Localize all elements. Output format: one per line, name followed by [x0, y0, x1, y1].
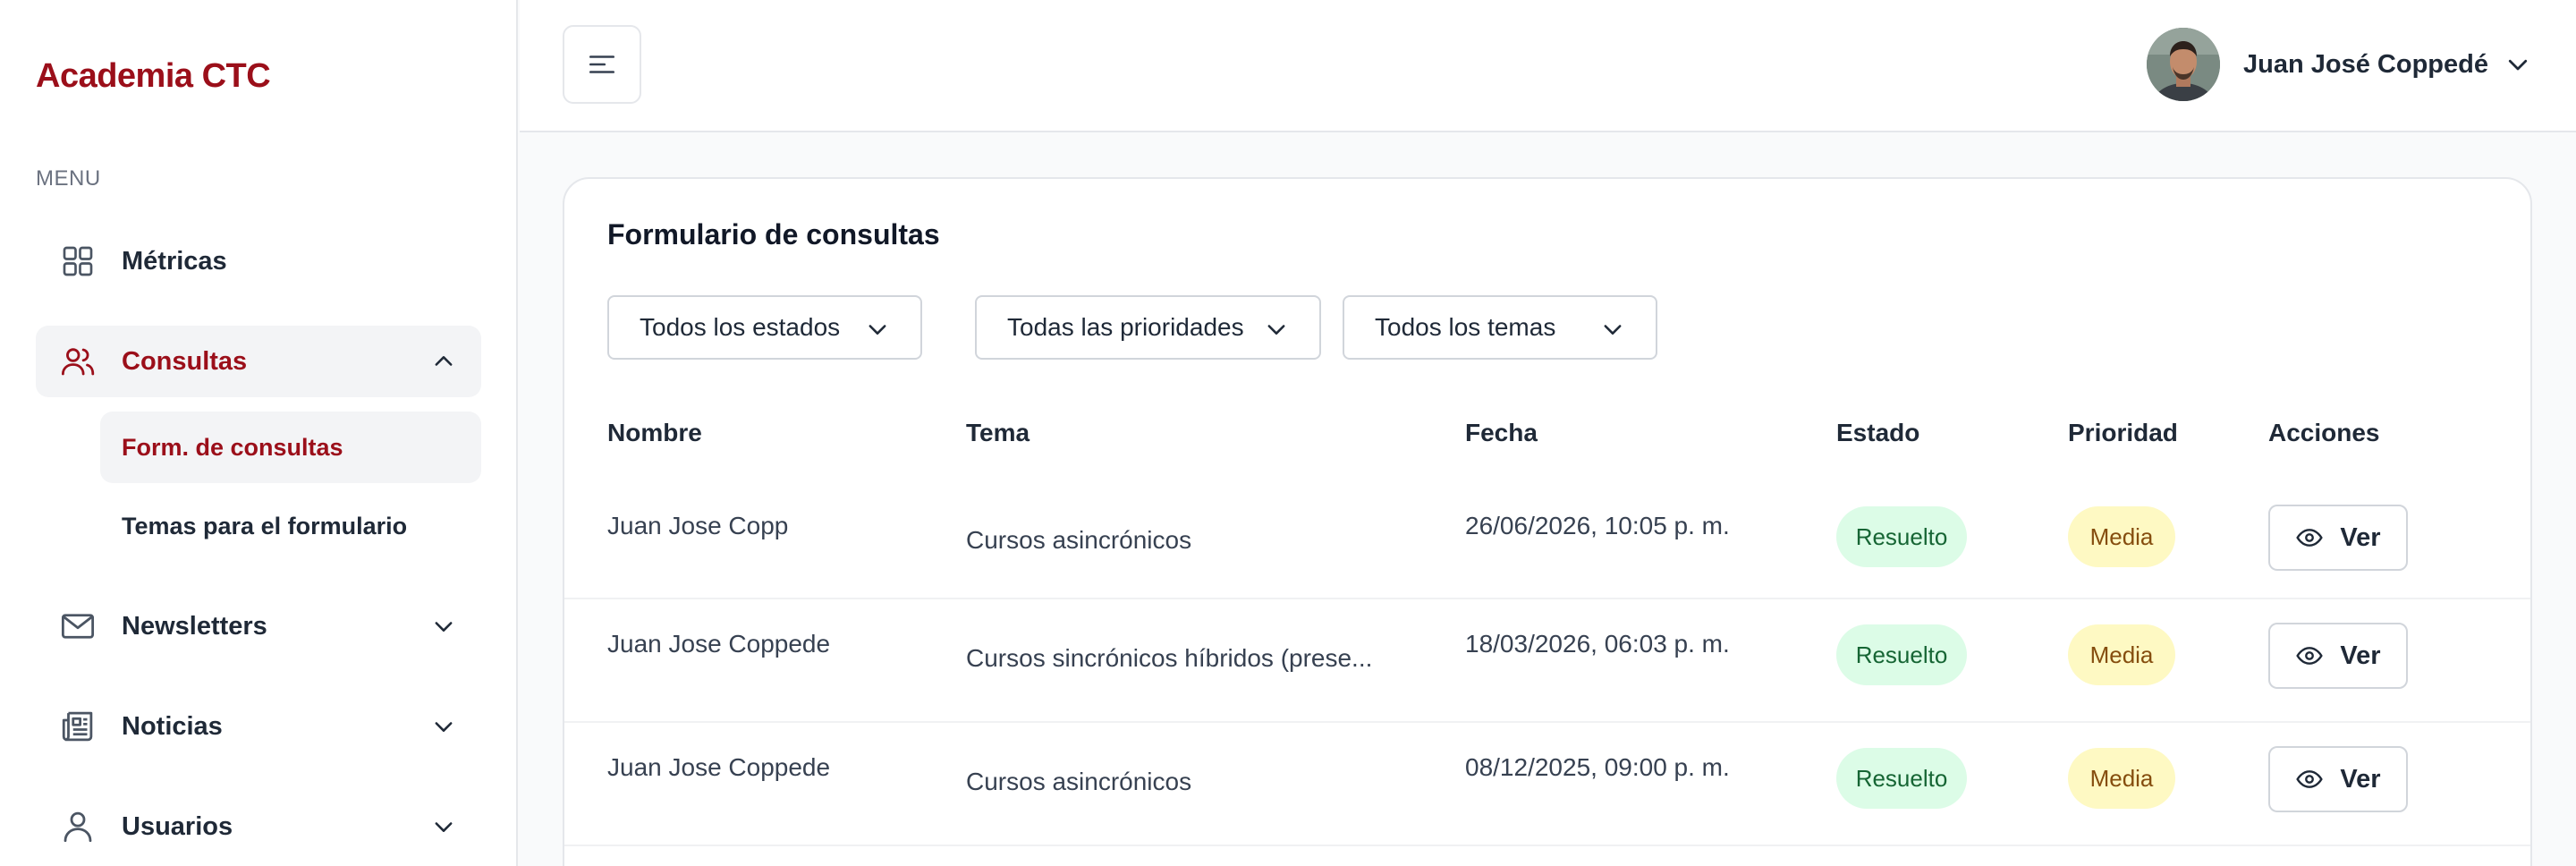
cell-nombre: Juan Jose Copp [607, 512, 789, 539]
chevron-down-icon [435, 622, 453, 632]
sidebar-item-newsletters[interactable]: Newsletters [36, 590, 481, 662]
view-button-label: Ver [2340, 522, 2381, 552]
cell-nombre: Juan Jose Coppede [607, 753, 831, 781]
eye-icon [2296, 647, 2324, 665]
sidebar-item-usuarios[interactable]: Usuarios [36, 791, 481, 862]
brand-logo[interactable]: Academia CTC [36, 57, 271, 96]
sidebar-subitem-temas-formulario[interactable]: Temas para el formulario [100, 490, 481, 562]
users-icon [57, 341, 98, 382]
column-header-fecha: Fecha [1465, 419, 1538, 446]
chevron-down-icon [2508, 59, 2528, 71]
table-row: Juan Jose Coppede Cursos sincrónicos híb… [564, 598, 2530, 721]
table-row: Juan Jose Coppede Cursos asincrónicos 08… [564, 721, 2530, 845]
menu-toggle-button[interactable] [563, 25, 641, 104]
table-row-divider [564, 845, 2530, 862]
sidebar-item-label: Usuarios [122, 811, 233, 841]
view-button[interactable]: Ver [2268, 746, 2408, 812]
cell-tema: Cursos sincrónicos híbridos (prese... [966, 644, 1373, 672]
cell-fecha: 18/03/2026, 06:03 p. m. [1465, 630, 1730, 658]
sidebar-item-label: Newsletters [122, 611, 267, 641]
cell-tema: Cursos asincrónicos [966, 526, 1192, 554]
chevron-down-icon [869, 325, 886, 335]
sidebar-item-label: Métricas [122, 246, 227, 276]
mail-icon [57, 606, 98, 647]
view-button[interactable]: Ver [2268, 505, 2408, 571]
chevron-up-icon [435, 356, 453, 366]
sidebar: Academia CTC MENU Métricas Consultas For… [0, 0, 518, 866]
sidebar-item-metricas[interactable]: Métricas [36, 225, 481, 297]
cell-fecha: 08/12/2025, 09:00 p. m. [1465, 753, 1730, 781]
menu-label: MENU [36, 166, 101, 191]
consultas-card: Formulario de consultas Todos los estado… [563, 177, 2532, 866]
hamburger-icon [589, 55, 615, 73]
sidebar-subitem-form-consultas[interactable]: Form. de consultas [100, 412, 481, 483]
eye-icon [2296, 529, 2324, 547]
column-header-prioridad: Prioridad [2068, 419, 2178, 446]
grid-icon [57, 241, 98, 282]
priority-badge: Media [2068, 624, 2175, 685]
priority-badge: Media [2068, 506, 2175, 567]
view-button-label: Ver [2340, 641, 2381, 670]
view-button-label: Ver [2340, 764, 2381, 794]
sidebar-item-label: Consultas [122, 346, 248, 376]
column-header-estado: Estado [1836, 419, 1920, 446]
newspaper-icon [57, 706, 98, 747]
table-row: Juan Jose Copp Cursos asincrónicos 26/06… [564, 474, 2530, 598]
filter-estado-select[interactable]: Todos los estados [607, 295, 922, 360]
chevron-down-icon [1604, 325, 1622, 335]
column-header-acciones: Acciones [2268, 419, 2380, 446]
user-menu[interactable]: Juan José Coppedé [2147, 27, 2531, 102]
column-header-tema: Tema [966, 419, 1030, 446]
status-badge: Resuelto [1836, 748, 1967, 809]
sidebar-item-label: Noticias [122, 711, 223, 741]
cell-nombre: Juan Jose Coppede [607, 630, 831, 658]
filter-value: Todas las prioridades [1007, 313, 1244, 341]
priority-badge: Media [2068, 748, 2175, 809]
avatar [2147, 28, 2221, 101]
sidebar-item-consultas[interactable]: Consultas [36, 326, 481, 397]
page-title: Formulario de consultas [607, 218, 940, 250]
status-badge: Resuelto [1836, 624, 1967, 685]
cell-fecha: 26/06/2026, 10:05 p. m. [1465, 512, 1730, 539]
sidebar-subitem-label: Temas para el formulario [122, 512, 408, 539]
filter-value: Todos los temas [1375, 313, 1556, 341]
chevron-down-icon [1267, 325, 1285, 335]
user-name: Juan José Coppedé [2243, 49, 2488, 79]
filter-tema-select[interactable]: Todos los temas [1343, 295, 1657, 360]
sidebar-subitem-label: Form. de consultas [122, 433, 343, 461]
cell-tema: Cursos asincrónicos [966, 768, 1192, 795]
top-header: Juan José Coppedé [520, 0, 2576, 132]
eye-icon [2296, 770, 2324, 788]
user-icon [57, 806, 98, 847]
chevron-down-icon [435, 822, 453, 832]
filter-prioridad-select[interactable]: Todas las prioridades [975, 295, 1321, 360]
filter-value: Todos los estados [640, 313, 841, 341]
column-header-nombre: Nombre [607, 419, 702, 446]
status-badge: Resuelto [1836, 506, 1967, 567]
chevron-down-icon [435, 722, 453, 732]
sidebar-item-noticias[interactable]: Noticias [36, 691, 481, 762]
view-button[interactable]: Ver [2268, 623, 2408, 689]
